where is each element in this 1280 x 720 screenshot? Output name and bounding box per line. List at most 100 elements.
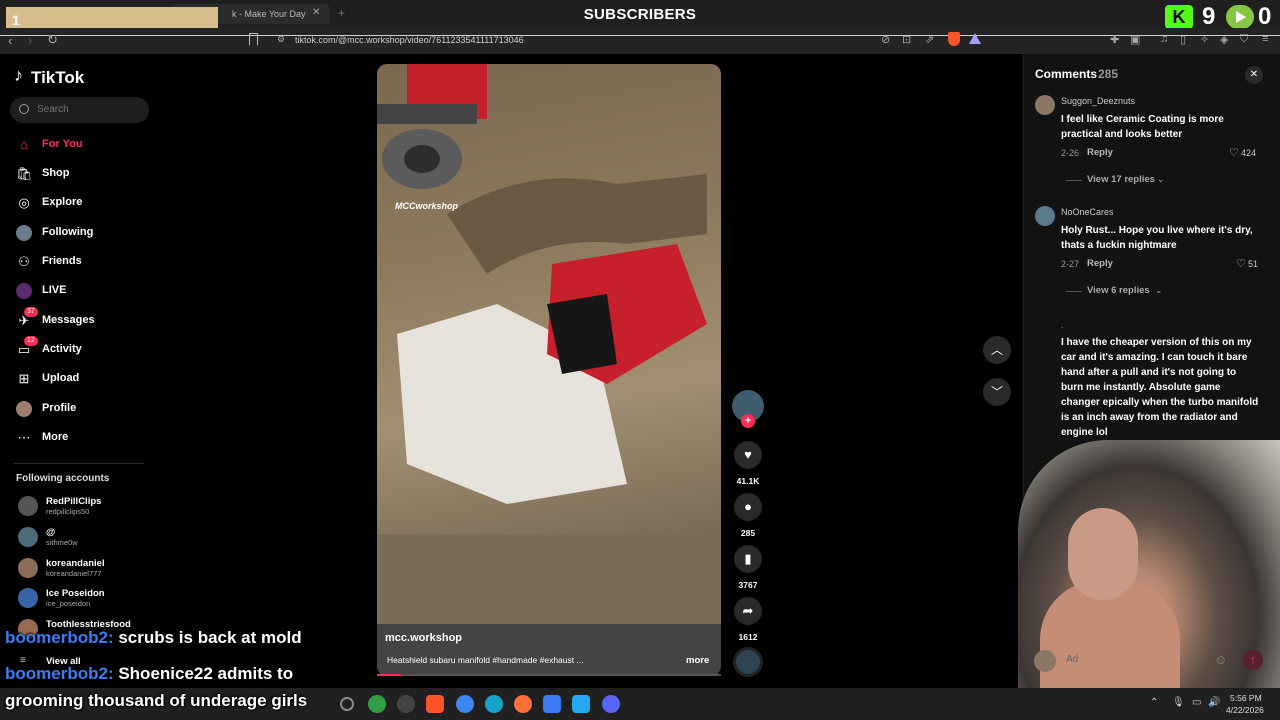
emoji-icon[interactable]: ☺ <box>1214 652 1227 667</box>
share-icon[interactable]: ⇗ <box>925 33 934 46</box>
comment-username[interactable]: NoOneCares <box>1061 207 1114 217</box>
next-video-button[interactable]: ﹀ <box>983 378 1011 406</box>
heart-icon[interactable]: ♡ <box>1229 146 1239 159</box>
video-watermark: MCCworkshop <box>395 201 459 211</box>
stream-subscribers-label: SUBSCRIBERS <box>583 6 697 23</box>
save-count: 3767 <box>738 580 758 590</box>
follow-plus-icon[interactable]: + <box>741 414 755 428</box>
sidebar-toggle-icon[interactable]: ▯ <box>1180 33 1186 46</box>
tiktok-logo[interactable]: TikTok <box>31 68 84 88</box>
back-arrow-icon[interactable]: ‹ <box>8 33 12 48</box>
screenshot-icon[interactable]: ⊡ <box>902 33 911 46</box>
music-disc-icon[interactable] <box>733 647 763 677</box>
brave-shield-icon[interactable] <box>948 32 960 46</box>
vscode-icon[interactable] <box>572 695 590 713</box>
comment-button[interactable]: ● <box>734 493 762 521</box>
brave-rewards-icon[interactable] <box>969 33 981 44</box>
following-account[interactable]: RedPillClips redpillclips50 <box>16 494 156 520</box>
nav-shop[interactable]: 🛍 Shop <box>14 162 154 186</box>
nav-label: Activity <box>42 343 82 355</box>
avatar[interactable] <box>1035 206 1055 226</box>
no-translate-icon[interactable]: ⊘ <box>881 33 890 46</box>
share-button[interactable]: ➦ <box>734 597 762 625</box>
edge-icon[interactable] <box>485 695 503 713</box>
tiktok-logo-icon[interactable]: ♪ <box>14 65 23 86</box>
live-icon <box>16 283 32 299</box>
chrome-icon[interactable] <box>456 695 474 713</box>
chevron-down-icon: ⌄ <box>1155 285 1163 295</box>
app-icon[interactable] <box>543 695 561 713</box>
search-input[interactable] <box>37 104 137 115</box>
nav-friends[interactable]: ⚇ Friends <box>14 250 154 274</box>
forward-arrow-icon[interactable]: › <box>28 33 32 48</box>
taskbar-date[interactable]: 4/22/2026 <box>1226 705 1264 715</box>
menu-icon[interactable]: ≡ <box>1262 33 1268 45</box>
save-button[interactable]: ▮ <box>734 545 762 573</box>
nav-explore[interactable]: ◎ Explore <box>14 191 154 215</box>
post-comment-button[interactable]: ↑ <box>1243 650 1263 670</box>
chevron-up-icon[interactable]: ⌃ <box>1150 697 1158 708</box>
view-replies-button[interactable]: View 17 replies <box>1087 174 1155 185</box>
reply-button[interactable]: Reply <box>1087 147 1113 158</box>
brave-browser-icon[interactable] <box>426 695 444 713</box>
nav-label: Friends <box>42 255 82 267</box>
following-account[interactable]: Ice Poseidon ice_poseidon <box>16 586 156 612</box>
media-icon[interactable]: ♫ <box>1160 33 1168 45</box>
site-settings-icon[interactable]: ⚙ <box>277 34 285 45</box>
leo-icon[interactable]: ✧ <box>1200 33 1209 46</box>
heart-icon[interactable]: ♡ <box>1236 257 1246 270</box>
like-button[interactable]: ♥ <box>734 441 762 469</box>
nav-more[interactable]: ⋯ More <box>14 426 154 450</box>
app-icon[interactable] <box>368 695 386 713</box>
following-avatar-icon <box>16 225 32 241</box>
search-app-icon[interactable] <box>340 697 354 711</box>
nav-upload[interactable]: ⊞ Upload <box>14 367 154 391</box>
discord-icon[interactable] <box>602 695 620 713</box>
kick-logo-icon: K <box>1165 5 1193 29</box>
extensions-icon[interactable]: ✚ <box>1110 33 1119 46</box>
nav-for-you[interactable]: ⌂ For You <box>14 133 154 157</box>
firefox-icon[interactable] <box>514 695 532 713</box>
video-player[interactable]: MCCworkshop <box>377 64 721 676</box>
following-account[interactable]: @ sithme0w <box>16 525 156 551</box>
reload-icon[interactable]: ↻ <box>47 32 58 48</box>
video-author[interactable]: mcc.workshop <box>385 632 462 644</box>
following-account[interactable]: koreandaniel koreandaniel777 <box>16 556 156 582</box>
share-count: 1612 <box>738 632 758 642</box>
display-icon[interactable]: ▭ <box>1192 697 1201 708</box>
view-replies-button[interactable]: View 6 replies <box>1087 285 1150 296</box>
nav-live[interactable]: LIVE <box>14 279 154 303</box>
url-text[interactable]: tiktok.com/@mcc.workshop/video/761123354… <box>295 35 524 45</box>
shield-icon[interactable]: ⛉ <box>1240 33 1248 46</box>
nav-messages[interactable]: ✈ 37 Messages <box>14 307 154 333</box>
avatar <box>1034 650 1056 672</box>
previous-video-button[interactable]: ︿ <box>983 336 1011 364</box>
nav-activity[interactable]: ▭ 12 Activity <box>14 336 154 362</box>
following-accounts-header: Following accounts <box>16 473 110 484</box>
add-comment-input[interactable]: Ad <box>1066 654 1078 665</box>
account-handle: koreandaniel777 <box>46 569 102 578</box>
bookmark-icon[interactable] <box>249 33 258 45</box>
chat-username: boomerbob2: <box>5 628 114 647</box>
vpn-icon[interactable]: ◈ <box>1220 33 1228 46</box>
caption-more-button[interactable]: more <box>686 655 709 666</box>
avatar[interactable] <box>1035 95 1055 115</box>
comment-username[interactable]: Suggon_Deeznuts <box>1061 96 1135 106</box>
wallet-icon[interactable]: ▣ <box>1130 33 1140 46</box>
account-name: RedPillClips <box>46 496 102 507</box>
comment-username[interactable]: . <box>1061 320 1064 330</box>
comment-text: I have the cheaper version of this on my… <box>1061 337 1259 438</box>
obs-icon[interactable] <box>397 695 415 713</box>
taskbar-time[interactable]: 5:56 PM <box>1230 693 1262 703</box>
nav-following[interactable]: Following <box>14 221 154 245</box>
reply-button[interactable]: Reply <box>1087 258 1113 269</box>
microphone-icon[interactable]: 🎙 <box>1172 697 1185 708</box>
video-progress-track[interactable] <box>377 674 721 676</box>
video-frame-image: MCCworkshop <box>377 64 721 676</box>
nav-profile[interactable]: Profile <box>14 397 154 421</box>
volume-icon[interactable]: 🔊 <box>1208 697 1220 708</box>
close-icon[interactable]: ✕ <box>1245 66 1263 84</box>
webcam-person-head <box>1068 508 1138 600</box>
comment-date: 2-26 <box>1061 148 1080 158</box>
rumble-logo-icon <box>1226 5 1254 29</box>
